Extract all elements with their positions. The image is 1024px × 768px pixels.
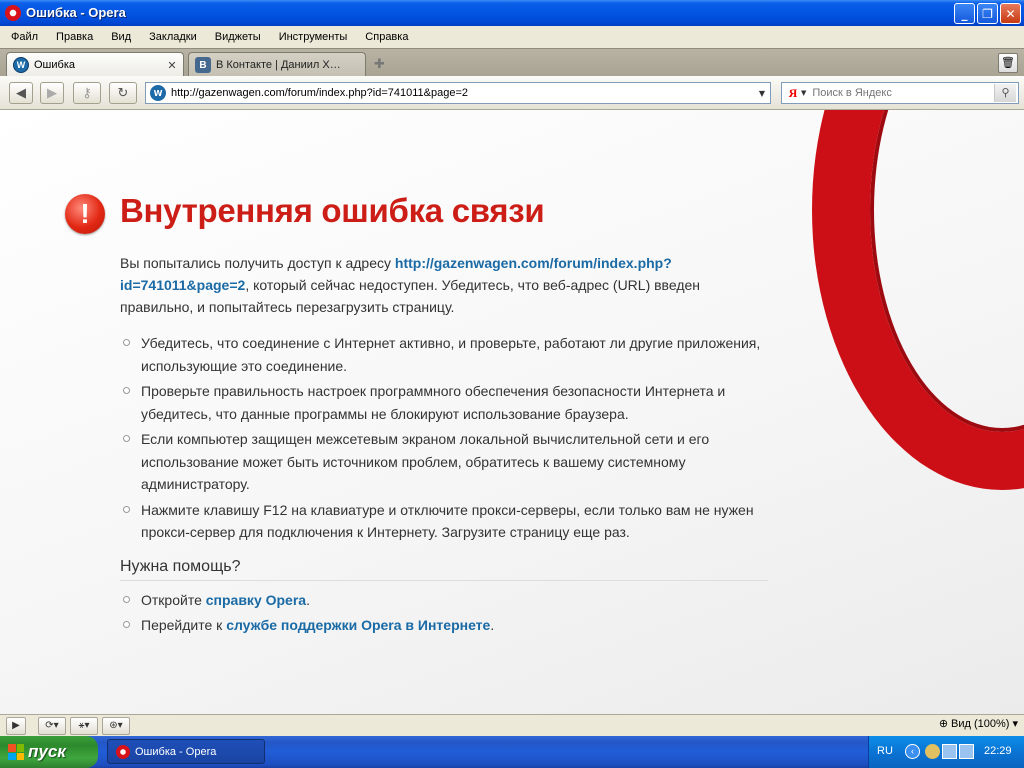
show-hidden-icons-icon[interactable]: ‹: [905, 744, 920, 759]
error-title: Внутренняя ошибка связи: [120, 192, 545, 229]
vk-icon: B: [195, 57, 211, 73]
menu-tools[interactable]: Инструменты: [270, 31, 357, 43]
reload-button[interactable]: ↻: [109, 82, 137, 104]
help-list: Откройте справку Opera. Перейдите к служ…: [120, 589, 494, 639]
opera-logo-icon: [5, 5, 21, 21]
help-text: Перейдите к: [141, 617, 227, 633]
clock: 22:29: [984, 745, 1012, 757]
search-field[interactable]: Я ▼ ⚲: [781, 82, 1019, 104]
forward-button[interactable]: ▶: [40, 82, 64, 104]
new-tab-icon[interactable]: ✚: [374, 57, 385, 72]
panel-icon: ▶: [12, 720, 20, 731]
intro-text: Вы попытались получить доступ к адресу: [120, 255, 395, 271]
vw-icon: W: [13, 57, 29, 73]
chevron-down-icon[interactable]: ▼: [754, 89, 770, 98]
title-bar: Ошибка - Opera _ ❐ ✕: [0, 0, 1024, 26]
network-icon[interactable]: [959, 744, 974, 759]
sync-button[interactable]: ⟳▾: [38, 716, 66, 735]
start-label: пуск: [28, 742, 66, 761]
key-icon: ⚷: [82, 85, 92, 101]
tab-label: В Контакте | Даниил Х…: [216, 59, 341, 71]
menu-file[interactable]: Файл: [0, 31, 47, 43]
close-icon: ✕: [1005, 6, 1016, 21]
windows-logo-icon: [8, 744, 24, 760]
troubleshooting-list: Убедитесь, что соединение с Интернет акт…: [120, 332, 780, 547]
error-icon: !: [65, 194, 105, 234]
help-text: Откройте: [141, 592, 206, 608]
back-button[interactable]: ◀: [9, 82, 33, 104]
opera-watermark-logo: [812, 110, 1024, 490]
wand-button[interactable]: ⚷: [73, 82, 101, 104]
start-button[interactable]: пуск: [0, 736, 98, 768]
menu-bar: Файл Правка Вид Закладки Виджеты Инструм…: [0, 26, 1024, 48]
reload-icon: ↻: [117, 85, 129, 101]
chevron-down-icon: ▾: [1012, 718, 1018, 730]
error-intro: Вы попытались получить доступ к адресу h…: [120, 252, 730, 318]
list-item: Перейдите к службе поддержки Opera в Инт…: [120, 614, 494, 636]
restore-icon: ❐: [982, 6, 993, 21]
share-icon: ⚹▾: [78, 720, 90, 731]
sync-icon: ⟳▾: [45, 720, 59, 731]
tab-error[interactable]: W Ошибка ✕: [6, 52, 184, 77]
window-title: Ошибка - Opera: [26, 5, 126, 20]
list-item: Нажмите клавишу F12 на клавиатуре и откл…: [120, 499, 780, 544]
yandex-icon[interactable]: Я: [785, 86, 801, 101]
close-button[interactable]: ✕: [1000, 3, 1021, 24]
help-text: .: [490, 617, 495, 633]
menu-bookmarks[interactable]: Закладки: [140, 31, 206, 43]
arrow-right-icon: ▶: [47, 85, 57, 101]
site-favicon-icon: W: [150, 85, 166, 101]
opera-support-link[interactable]: службе поддержки Opera в Интернете: [226, 617, 490, 633]
help-heading: Нужна помощь?: [120, 558, 768, 581]
taskbar-item-label: Ошибка - Opera: [135, 745, 217, 758]
arrow-left-icon: ◀: [16, 85, 26, 101]
taskbar-item-opera[interactable]: Ошибка - Opera: [107, 739, 265, 764]
page-content: ! Внутренняя ошибка связи Вы попытались …: [0, 110, 1024, 714]
zoom-control[interactable]: ⊕ Вид (100%) ▾: [938, 717, 1018, 731]
network-icon[interactable]: [942, 744, 957, 759]
tab-bar: W Ошибка ✕ B В Контакте | Даниил Х… ✚ 🗑: [0, 48, 1024, 77]
minimize-icon: _: [961, 6, 968, 21]
address-field[interactable]: W ▼: [145, 82, 771, 104]
tab-close-icon[interactable]: ✕: [165, 59, 179, 72]
system-tray: RU ‹ 22:29: [868, 736, 1024, 768]
unite-button[interactable]: ⚹▾: [70, 716, 98, 735]
address-input[interactable]: [171, 87, 754, 99]
trash-can-icon[interactable]: 🗑: [998, 53, 1018, 73]
turbo-icon: ⊛▾: [109, 720, 123, 731]
opera-icon: [116, 744, 130, 759]
status-bar: ▶ ⟳▾ ⚹▾ ⊛▾ ⊕ Вид (100%) ▾: [0, 714, 1024, 736]
maximize-button[interactable]: ❐: [977, 3, 998, 24]
menu-view[interactable]: Вид: [102, 31, 140, 43]
language-indicator[interactable]: RU: [877, 745, 893, 757]
menu-edit[interactable]: Правка: [47, 31, 102, 43]
zoom-label: Вид (100%): [951, 717, 1010, 730]
menu-help[interactable]: Справка: [356, 31, 417, 43]
panels-toggle-button[interactable]: ▶: [6, 716, 26, 735]
list-item: Откройте справку Opera.: [120, 589, 494, 611]
search-icon[interactable]: ⚲: [994, 84, 1016, 102]
help-text: .: [306, 592, 310, 608]
minimize-button[interactable]: _: [954, 3, 975, 24]
zoom-icon: ⊕: [938, 718, 949, 730]
turbo-button[interactable]: ⊛▾: [102, 716, 130, 735]
tab-label: Ошибка: [34, 59, 75, 71]
list-item: Проверьте правильность настроек программ…: [120, 380, 780, 425]
menu-widgets[interactable]: Виджеты: [206, 31, 270, 43]
address-toolbar: ◀ ▶ ⚷ ↻ W ▼ Я ▼ ⚲: [0, 76, 1024, 110]
tray-app-icon[interactable]: [925, 744, 940, 759]
list-item: Если компьютер защищен межсетевым экрано…: [120, 428, 780, 496]
opera-help-link[interactable]: справку Opera: [206, 592, 306, 608]
search-engine-dropdown-icon[interactable]: ▼: [801, 89, 806, 97]
taskbar: пуск Ошибка - Opera RU ‹ 22:29: [0, 736, 1024, 768]
search-input[interactable]: [812, 87, 994, 99]
list-item: Убедитесь, что соединение с Интернет акт…: [120, 332, 780, 377]
tab-vkontakte[interactable]: B В Контакте | Даниил Х…: [188, 52, 366, 77]
